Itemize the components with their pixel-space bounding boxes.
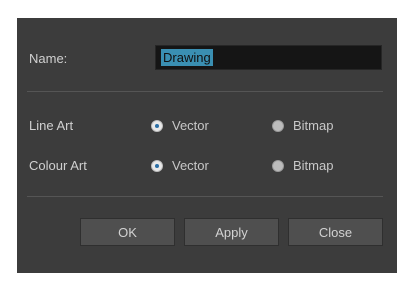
radio-selected-icon [151,119,163,132]
colour-art-bitmap-radio[interactable]: Bitmap [272,158,333,173]
line-art-label: Line Art [29,118,74,133]
colour-art-vector-radio[interactable]: Vector [151,158,209,173]
ok-button[interactable]: OK [80,218,175,246]
line-art-bitmap-label: Bitmap [293,118,334,133]
line-art-vector-radio[interactable]: Vector [151,118,209,133]
colour-art-bitmap-label: Bitmap [293,158,334,173]
divider [27,196,383,197]
colour-art-vector-label: Vector [172,158,209,173]
divider [27,91,383,92]
close-button[interactable]: Close [288,218,383,246]
drawing-properties-dialog: Name: Drawing Line Art Vector Bitmap Col… [17,18,397,273]
radio-unselected-icon [272,159,284,172]
name-label: Name: [29,51,68,66]
name-input[interactable]: Drawing [155,45,382,70]
apply-button[interactable]: Apply [184,218,279,246]
colour-art-label: Colour Art [29,158,87,173]
name-input-value: Drawing [161,49,213,66]
line-art-bitmap-radio[interactable]: Bitmap [272,118,333,133]
radio-selected-icon [151,159,163,172]
radio-unselected-icon [272,119,284,132]
line-art-vector-label: Vector [172,118,209,133]
